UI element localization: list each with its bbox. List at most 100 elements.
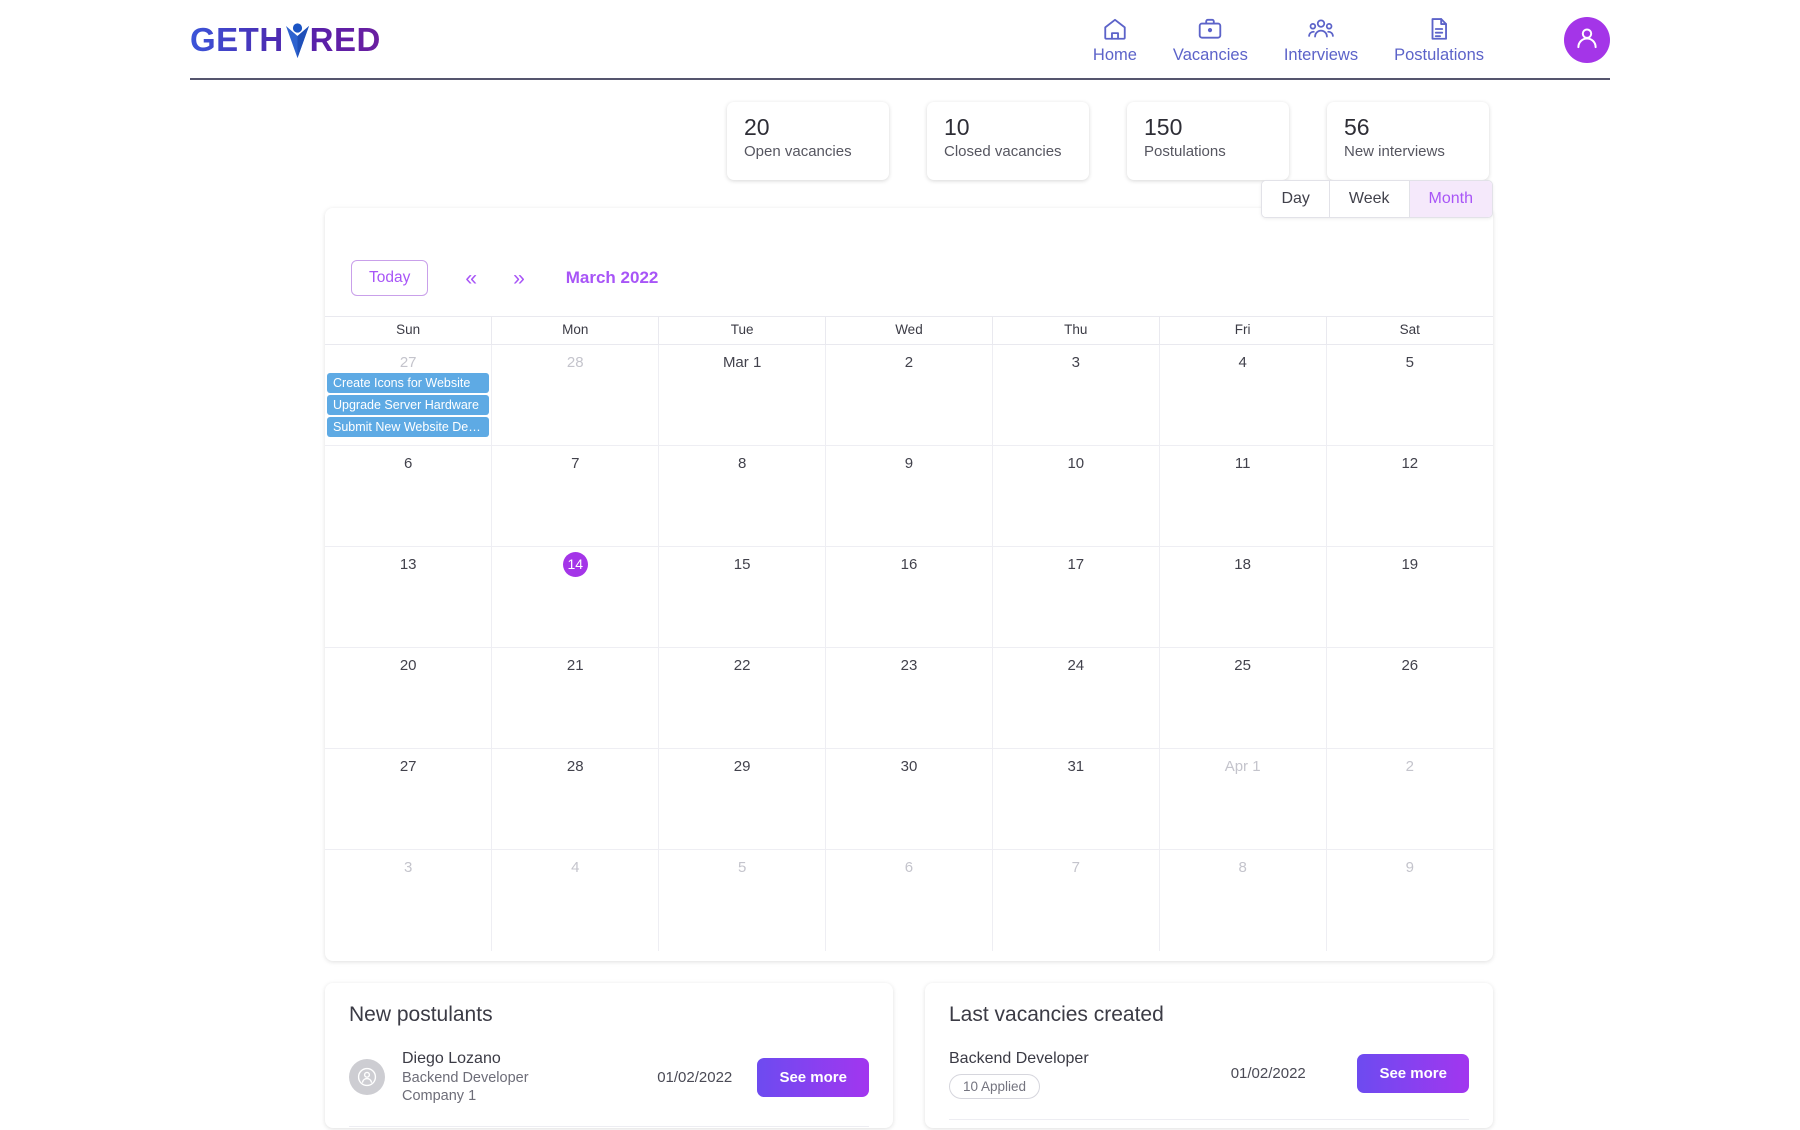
calendar-day-number: 10 bbox=[1067, 455, 1085, 472]
nav-item-postulations[interactable]: Postulations bbox=[1394, 16, 1484, 65]
calendar-day-cell[interactable]: 7 bbox=[992, 849, 1160, 951]
weekday-thu: Thu bbox=[992, 316, 1160, 345]
calendar-card: Day Week Month Today « » March 2022 Sun … bbox=[325, 180, 1493, 961]
calendar-day-cell[interactable]: 10 bbox=[992, 445, 1160, 547]
calendar-body: 27 Create Icons for Website Upgrade Server… bbox=[325, 344, 1493, 951]
calendar-day-cell[interactable]: 4 bbox=[1159, 344, 1327, 446]
calendar-day-cell[interactable]: 3 bbox=[992, 344, 1160, 446]
calendar-day-cell[interactable]: 9 bbox=[1326, 850, 1493, 951]
calendar-day-number: 24 bbox=[1067, 657, 1085, 674]
calendar-day-cell[interactable]: 9 bbox=[825, 445, 993, 547]
calendar-day-cell[interactable]: 30 bbox=[825, 748, 993, 850]
calendar-day-cell[interactable]: 16 bbox=[825, 546, 993, 648]
calendar-day-cell[interactable]: 8 bbox=[658, 445, 827, 547]
list-item[interactable]: Backend Developer 10 Applied 01/02/2022 … bbox=[949, 1049, 1469, 1120]
nav-label-vacancies: Vacancies bbox=[1172, 45, 1248, 64]
calendar-day-cell[interactable]: 31 bbox=[992, 748, 1160, 850]
calendar-day-number: 12 bbox=[1401, 455, 1419, 472]
vacancy-name: Backend Developer bbox=[949, 1049, 1089, 1067]
calendar-day-number: 18 bbox=[1234, 556, 1251, 573]
calendar-day-cell[interactable]: Mar 1 bbox=[658, 344, 827, 446]
calendar-day-cell[interactable]: 15 bbox=[658, 546, 827, 648]
calendar-day-cell[interactable]: 20 bbox=[325, 647, 493, 749]
nav-item-interviews[interactable]: Interviews bbox=[1284, 16, 1358, 65]
calendar-day-number: 20 bbox=[399, 657, 417, 674]
view-toggle-month[interactable]: Month bbox=[1409, 181, 1492, 217]
calendar-day-cell[interactable]: 29 bbox=[658, 748, 827, 850]
calendar-day-cell[interactable]: 11 bbox=[1159, 445, 1327, 547]
today-button[interactable]: Today bbox=[351, 260, 429, 296]
stat-card-postulations: 150 Postulations bbox=[1127, 102, 1289, 180]
calendar-week-row: 13 14 15 16 17 18 19 bbox=[325, 546, 1493, 648]
people-group-icon bbox=[1308, 16, 1334, 42]
see-more-button[interactable]: See more bbox=[1357, 1054, 1469, 1093]
app-logo[interactable]: GETH RED bbox=[190, 18, 381, 62]
calendar-day-cell[interactable]: 21 bbox=[491, 647, 660, 749]
calendar-day-number: 27 bbox=[399, 758, 417, 775]
calendar-day-cell[interactable]: 26 bbox=[1326, 647, 1493, 749]
calendar-day-cell[interactable]: 3 bbox=[325, 849, 493, 951]
postulant-name: Diego Lozano bbox=[402, 1049, 501, 1067]
calendar-day-number: 11 bbox=[1234, 455, 1251, 472]
calendar-event-chip[interactable]: Create Icons for Website bbox=[327, 373, 490, 393]
calendar-day-cell[interactable]: 5 bbox=[658, 849, 827, 951]
stat-value: 20 bbox=[744, 114, 770, 140]
calendar-day-cell[interactable]: 28 bbox=[491, 344, 660, 446]
calendar-day-cell[interactable]: 25 bbox=[1159, 647, 1327, 749]
calendar-day-cell[interactable]: 24 bbox=[992, 647, 1160, 749]
panel-title: Last vacancies created bbox=[949, 1002, 1164, 1026]
nav-item-vacancies[interactable]: Vacancies bbox=[1173, 16, 1248, 65]
calendar-day-cell[interactable]: 6 bbox=[325, 445, 493, 547]
calendar-day-cell[interactable]: 22 bbox=[658, 647, 827, 749]
calendar-day-cell[interactable]: 18 bbox=[1159, 546, 1327, 648]
calendar-day-cell[interactable]: 8 bbox=[1159, 849, 1327, 951]
nav-label-postulations: Postulations bbox=[1394, 45, 1484, 64]
home-icon bbox=[1102, 16, 1128, 42]
calendar-day-cell[interactable]: 27 bbox=[325, 748, 493, 850]
see-more-button[interactable]: See more bbox=[757, 1057, 869, 1097]
calendar-day-cell[interactable]: 6 bbox=[825, 849, 993, 951]
calendar-day-number: Apr 1 bbox=[1224, 758, 1261, 775]
calendar-day-cell[interactable]: 2 bbox=[1326, 748, 1493, 850]
prev-month-icon[interactable]: « bbox=[456, 268, 486, 289]
stat-card-open-vacancies: 20 Open vacancies bbox=[727, 102, 889, 180]
nav-label-interviews: Interviews bbox=[1283, 45, 1359, 64]
calendar-day-cell[interactable]: 12 bbox=[1326, 445, 1493, 547]
calendar-event-chip[interactable]: Submit New Website Desi… bbox=[327, 417, 490, 437]
calendar-day-number: 31 bbox=[1067, 758, 1085, 775]
vacancy-date: 01/02/2022 bbox=[1230, 1065, 1306, 1082]
calendar-day-cell[interactable]: 28 bbox=[491, 748, 660, 850]
stat-value: 56 bbox=[1344, 114, 1370, 140]
calendar-day-cell[interactable]: 13 bbox=[325, 546, 493, 648]
next-month-icon[interactable]: » bbox=[504, 268, 534, 289]
stat-label: Open vacancies bbox=[744, 143, 852, 161]
list-item[interactable]: Diego Lozano Backend Developer Company 1… bbox=[349, 1049, 869, 1128]
nav-item-home[interactable]: Home bbox=[1093, 16, 1137, 65]
calendar-day-cell[interactable]: 4 bbox=[491, 849, 660, 951]
calendar-day-cell[interactable]: 27 Create Icons for Website Upgrade Server… bbox=[325, 344, 493, 446]
user-avatar-button[interactable] bbox=[1564, 17, 1610, 63]
calendar-day-events: Create Icons for Website Upgrade Server H… bbox=[325, 371, 491, 437]
calendar-day-cell[interactable]: 14 bbox=[491, 546, 660, 648]
weekday-fri: Fri bbox=[1159, 316, 1327, 345]
calendar-day-cell[interactable]: 5 bbox=[1326, 344, 1493, 446]
list-item-main: Diego Lozano Backend Developer Company 1 bbox=[402, 1049, 632, 1107]
calendar-view-toggle: Day Week Month bbox=[1261, 180, 1493, 218]
view-toggle-day[interactable]: Day bbox=[1262, 181, 1330, 217]
calendar-day-cell[interactable]: 7 bbox=[491, 445, 660, 547]
calendar-day-number: 7 bbox=[571, 455, 580, 472]
nav-label-home: Home bbox=[1092, 45, 1137, 64]
view-toggle-week[interactable]: Week bbox=[1329, 181, 1410, 217]
calendar-day-cell[interactable]: 2 bbox=[825, 344, 993, 446]
calendar-toolbar: Today « » March 2022 bbox=[325, 208, 1493, 316]
calendar-day-number: 21 bbox=[566, 657, 584, 674]
calendar-event-chip[interactable]: Upgrade Server Hardware bbox=[327, 395, 490, 415]
calendar-day-cell[interactable]: Apr 1 bbox=[1159, 748, 1327, 850]
calendar-day-number: 8 bbox=[737, 455, 747, 472]
stat-value: 150 bbox=[1144, 114, 1183, 140]
calendar-title: March 2022 bbox=[565, 268, 659, 287]
calendar-day-cell[interactable]: 17 bbox=[992, 546, 1160, 648]
calendar-day-cell[interactable]: 19 bbox=[1326, 546, 1493, 648]
calendar-day-cell[interactable]: 23 bbox=[825, 647, 993, 749]
weekday-wed: Wed bbox=[825, 316, 993, 345]
